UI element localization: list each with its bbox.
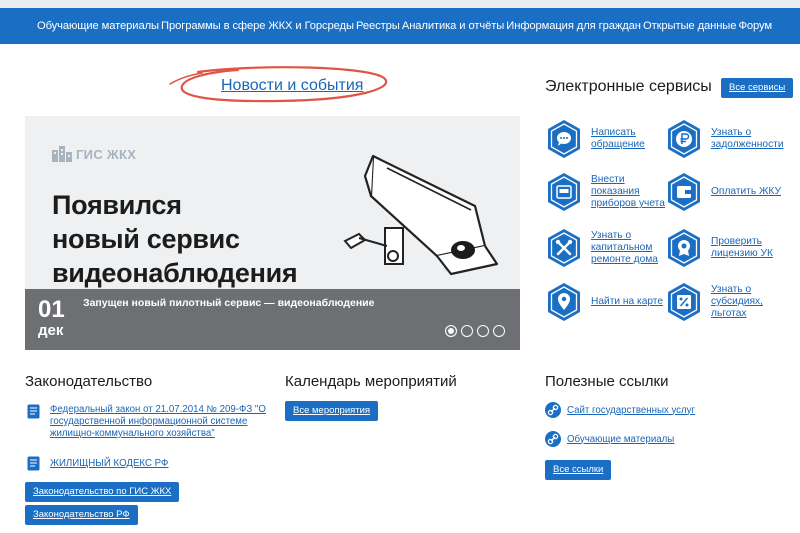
document-icon [27, 456, 40, 471]
service-debt[interactable]: Узнать о задолженности [666, 119, 784, 159]
banner-caption: Запущен новый пилотный сервис — видеонаб… [83, 297, 375, 309]
service-label: Проверить лицензию УК [711, 236, 773, 259]
news-banner[interactable]: ГИС ЖКХ Появился новый сервис видеонаблю… [25, 116, 520, 350]
useful-link-text: Сайт государственных услуг [567, 404, 696, 416]
banner-heading: Появился новый сервис видеонаблюдения [52, 188, 298, 290]
service-label: Внести показания приборов учета [591, 174, 665, 209]
banner-heading-line: Появился [52, 190, 182, 220]
date-month: дек [38, 322, 64, 339]
gis-logo: ГИС ЖКХ [52, 146, 136, 162]
banner-heading-line: новый сервис [52, 224, 240, 254]
meter-icon [546, 172, 582, 212]
housing-code-link[interactable]: ЖИЛИЩНЫЙ КОДЕКС РФ [27, 456, 168, 471]
banner-caption-bar: 01 дек Запущен новый пилотный сервис — в… [25, 289, 520, 350]
building-icon [52, 146, 72, 162]
nav-open-data[interactable]: Открытые данные [643, 20, 736, 32]
service-pay-utilities[interactable]: Оплатить ЖКУ [666, 172, 781, 212]
all-services-button[interactable]: Все сервисы [721, 78, 794, 98]
percent-icon [666, 282, 702, 322]
service-check-license[interactable]: Проверить лицензию УК [666, 228, 773, 268]
logo-text: ГИС ЖКХ [76, 146, 137, 162]
nav-programs[interactable]: Программы в сфере ЖКХ и Горсреды [161, 20, 354, 32]
law-209-fz-link[interactable]: Федеральный закон от 21.07.2014 № 209-ФЗ… [27, 404, 266, 440]
gosuslugi-link[interactable]: Сайт государственных услуг [545, 402, 695, 418]
slider-dots [445, 325, 505, 337]
wallet-icon [666, 172, 702, 212]
slider-dot[interactable] [493, 325, 505, 337]
slider-dot[interactable] [477, 325, 489, 337]
all-events-button[interactable]: Все мероприятия [285, 401, 379, 421]
legislation-title: Законодательство [25, 373, 153, 390]
nav-forum[interactable]: Форум [738, 20, 772, 32]
date-day: 01 [38, 296, 65, 323]
nav-registries[interactable]: Реестры [356, 20, 400, 32]
rf-legislation-button[interactable]: Законодательство РФ [25, 505, 138, 525]
law-link-text: Федеральный закон от 21.07.2014 № 209-ФЗ… [50, 404, 266, 439]
tools-icon [546, 228, 582, 268]
useful-links-title: Полезные ссылки [545, 373, 669, 390]
document-icon [27, 404, 40, 419]
license-icon [666, 228, 702, 268]
chat-icon [546, 119, 582, 159]
service-label: Найти на карте [591, 296, 664, 307]
security-camera-icon [343, 154, 499, 276]
service-subsidies[interactable]: Узнать о субсидиях, льготах [666, 282, 763, 322]
nav-analytics[interactable]: Аналитика и отчёты [402, 20, 504, 32]
link-icon [545, 431, 561, 447]
service-label: Узнать о субсидиях, льготах [711, 284, 763, 319]
banner-heading-line: видеонаблюдения [52, 258, 298, 288]
slider-dot[interactable] [461, 325, 473, 337]
calendar-title: Календарь мероприятий [285, 373, 457, 390]
law-link-text: ЖИЛИЩНЫЙ КОДЕКС РФ [50, 458, 169, 469]
top-strip [0, 0, 800, 8]
news-date: 01 дек [38, 297, 65, 339]
slider-dot[interactable] [445, 325, 457, 337]
all-links-button[interactable]: Все ссылки [545, 460, 612, 480]
main-navigation: Обучающие материалы Программы в сфере ЖК… [0, 8, 800, 44]
service-label: Написать обращение [591, 127, 645, 150]
link-icon [545, 402, 561, 418]
service-meter-readings[interactable]: Внести показания приборов учета [546, 172, 665, 212]
training-materials-link[interactable]: Обучающие материалы [545, 431, 674, 447]
service-label: Узнать о капитальном ремонте дома [591, 230, 658, 265]
service-write-appeal[interactable]: Написать обращение [546, 119, 645, 159]
useful-link-text: Обучающие материалы [567, 433, 675, 445]
service-capital-repair[interactable]: Узнать о капитальном ремонте дома [546, 228, 658, 268]
news-events-link[interactable]: Новости и события [221, 77, 363, 95]
service-label: Оплатить ЖКУ [711, 186, 781, 197]
nav-training-materials[interactable]: Обучающие материалы [37, 20, 159, 32]
service-find-on-map[interactable]: Найти на карте [546, 282, 663, 322]
nav-citizens-info[interactable]: Информация для граждан [506, 20, 641, 32]
service-label: Узнать о задолженности [711, 127, 784, 150]
ruble-icon [666, 119, 702, 159]
map-pin-icon [546, 282, 582, 322]
gis-legislation-button[interactable]: Законодательство по ГИС ЖКХ [25, 482, 180, 502]
services-title: Электронные сервисы [545, 78, 712, 95]
